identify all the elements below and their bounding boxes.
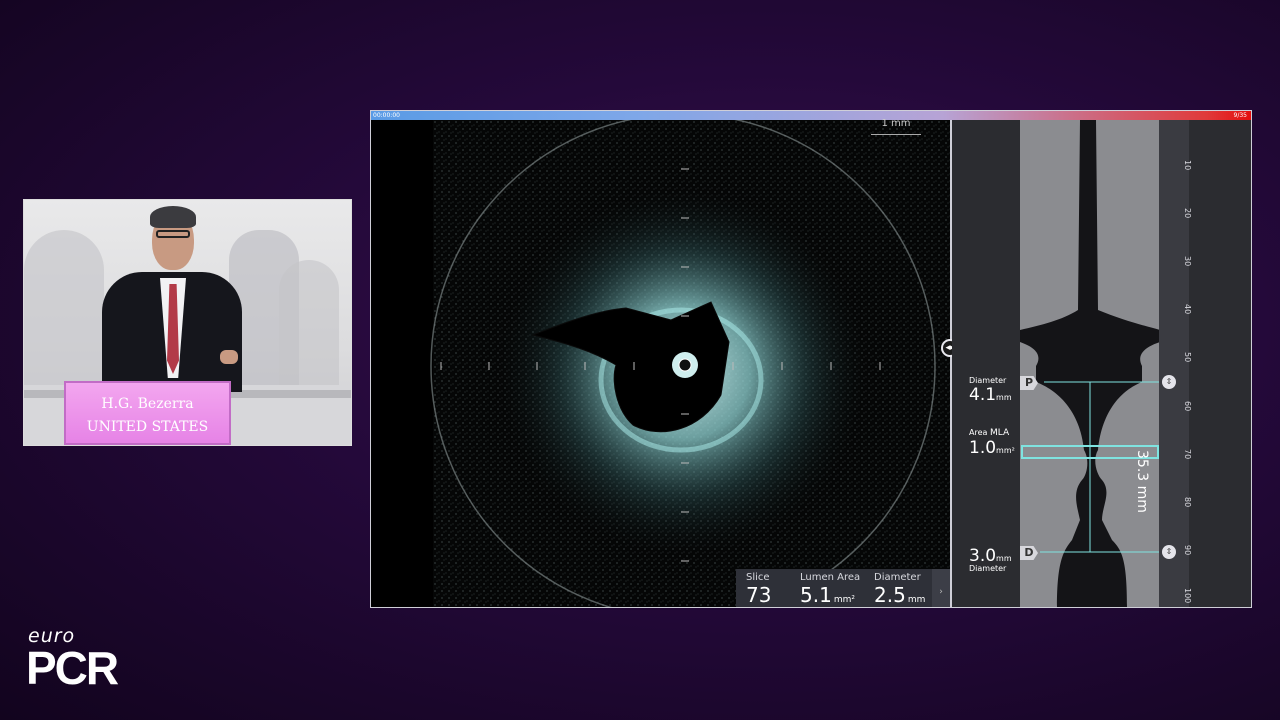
lumen-area-label: Lumen Area — [800, 572, 861, 583]
proximal-diameter-label: Diameter — [969, 376, 1007, 385]
ruler-tick: 90 — [1183, 545, 1192, 556]
oct-viewer: 00:00:00 9/35 1 mm Slice 73 Lumen Area 5… — [370, 110, 1252, 608]
mla-area-value: 1.0 — [969, 438, 997, 458]
distal-adjust-icon[interactable]: ⇕ — [1162, 545, 1176, 559]
cross-section-image — [430, 113, 950, 607]
length-ruler — [1159, 120, 1189, 607]
distal-diameter-label: Diameter — [969, 564, 1007, 573]
mla-area-unit: mm² — [996, 446, 1015, 455]
mla-tag: MLA — [989, 428, 1010, 438]
slice-label: Slice — [746, 572, 770, 583]
frame-counter: 9/35 — [1233, 112, 1247, 119]
speaker-country: UNITED STATES — [86, 419, 209, 435]
playback-timeline[interactable]: 00:00:00 9/35 — [371, 111, 1251, 120]
segment-length: 35.3 mm — [1134, 450, 1150, 513]
proximal-diameter-unit: mm — [996, 393, 1012, 402]
scale-bar: 1 mm — [871, 119, 921, 135]
ruler-tick: 30 — [1183, 256, 1192, 267]
lumen-area-readout: Lumen Area 5.1 mm² — [800, 572, 861, 607]
diameter-label: Diameter — [874, 572, 921, 583]
proximal-adjust-icon[interactable]: ⇕ — [1162, 375, 1176, 389]
lumen-area-unit: mm² — [833, 595, 855, 605]
lumen-area-value: 5.1 — [800, 583, 832, 607]
wall-shadow — [24, 230, 104, 390]
logo-pcr-text: PCR — [26, 642, 119, 694]
speaker-glasses — [156, 230, 190, 238]
europcr-logo: euro PCR — [26, 626, 119, 694]
ruler-tick: 20 — [1183, 208, 1192, 219]
distal-diameter-unit: mm — [996, 554, 1012, 563]
ruler-tick: 100 — [1183, 588, 1192, 604]
diameter-readout: Diameter 2.5 mm — [874, 572, 926, 607]
measurement-panel: Slice 73 Lumen Area 5.1 mm² Diameter 2.5 m… — [736, 569, 950, 607]
distal-diameter-value: 3.0 — [969, 546, 997, 566]
podium-nameplate: H.G. Bezerra UNITED STATES — [64, 381, 231, 445]
panel-expand-icon[interactable]: › — [932, 569, 950, 607]
diameter-value: 2.5 — [874, 583, 906, 607]
slice-readout: Slice 73 — [746, 572, 771, 607]
ruler-tick: 60 — [1183, 401, 1192, 412]
ruler-tick: 10 — [1183, 160, 1192, 171]
longitudinal-view[interactable]: Diameter 4.1mm P ⇕ Area MLA 1.0mm² 3.0mm… — [952, 120, 1251, 607]
speaker-video: H.G. Bezerra UNITED STATES — [23, 199, 352, 446]
speaker-hand — [220, 350, 238, 364]
cross-section-view[interactable]: 1 mm Slice 73 Lumen Area 5.1 mm² Diameter… — [371, 113, 950, 607]
slice-value: 73 — [746, 583, 772, 607]
ruler-tick: 40 — [1183, 304, 1192, 315]
ruler-tick: 50 — [1183, 352, 1192, 363]
lumen-profile — [1020, 120, 1162, 607]
speaker-hair — [150, 206, 196, 228]
ruler-tick: 80 — [1183, 497, 1192, 508]
speaker-name: H.G. Bezerra — [101, 396, 194, 412]
ruler-tick: 70 — [1183, 449, 1192, 460]
catheter-core — [678, 358, 692, 372]
diameter-unit: mm — [907, 595, 926, 605]
timeline-start-time: 00:00:00 — [373, 112, 400, 119]
mla-area-label: Area — [969, 428, 988, 437]
proximal-diameter-value: 4.1 — [969, 385, 997, 405]
